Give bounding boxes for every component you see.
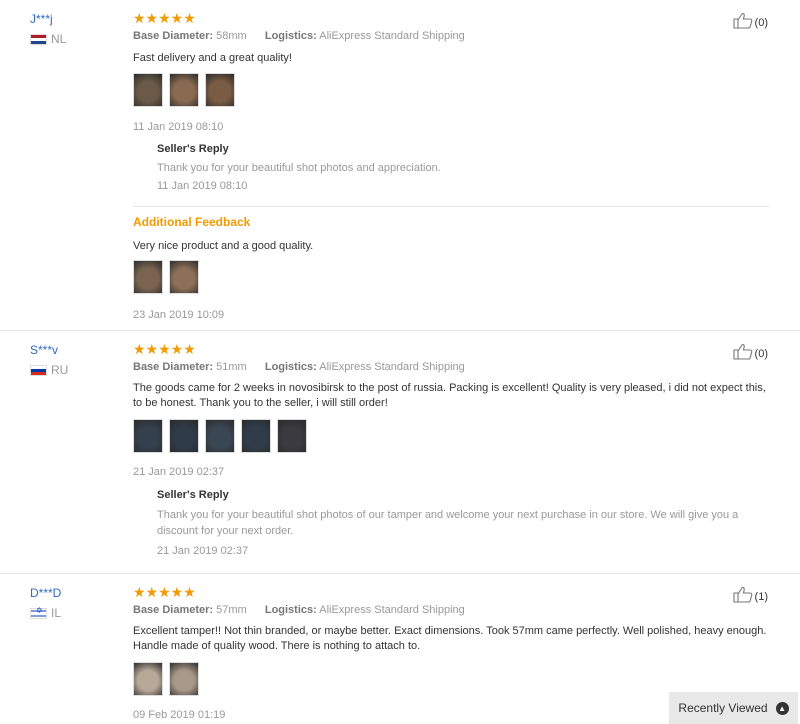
base-diameter-value: 58mm <box>216 30 247 42</box>
review-separator <box>0 573 800 574</box>
review-photos <box>133 662 199 696</box>
seller-reply-text: Thank you for your beautiful shot photos… <box>157 162 441 174</box>
review-photos <box>133 419 307 453</box>
logistics-value: AliExpress Standard Shipping <box>319 30 465 42</box>
seller-reply: Seller's Reply Thank you for your beauti… <box>157 489 769 557</box>
star-rating: ★★★★★ <box>133 341 196 357</box>
star-rating: ★★★★★ <box>133 10 196 26</box>
additional-feedback-photos <box>133 260 199 294</box>
country-code: IL <box>51 606 62 620</box>
reviewer-name[interactable]: J***j <box>30 12 66 26</box>
helpful-count: (1) <box>754 591 768 603</box>
additional-feedback-text: Very nice product and a good quality. <box>133 240 314 252</box>
review-photo[interactable] <box>133 662 163 696</box>
base-diameter-value: 57mm <box>216 604 247 616</box>
thumbs-up-icon <box>732 344 752 360</box>
seller-reply-date: 21 Jan 2019 02:37 <box>157 545 249 557</box>
helpful-count: (0) <box>754 348 768 360</box>
review-attributes: Base Diameter: 51mm Logistics: AliExpres… <box>133 361 773 373</box>
review-text: The goods came for 2 weeks in novosibirs… <box>133 382 766 409</box>
review-photo[interactable] <box>133 419 163 453</box>
logistics-value: AliExpress Standard Shipping <box>319 361 465 373</box>
review-attributes: Base Diameter: 57mm Logistics: AliExpres… <box>133 604 773 616</box>
reviewer-name[interactable]: D***D <box>30 586 61 600</box>
base-diameter-label: Base Diameter: <box>133 30 214 42</box>
logistics-label: Logistics: <box>264 30 317 42</box>
helpful-count: (0) <box>754 17 768 29</box>
thumbs-up-icon <box>732 13 752 29</box>
recently-viewed-label: Recently Viewed <box>678 701 768 715</box>
country-code: RU <box>51 363 69 377</box>
flag-nl-icon <box>30 33 47 45</box>
review-photo[interactable] <box>133 73 163 107</box>
review-attributes: Base Diameter: 58mm Logistics: AliExpres… <box>133 30 773 42</box>
review-photo[interactable] <box>277 419 307 453</box>
review-photo[interactable] <box>205 419 235 453</box>
seller-reply: Seller's Reply Thank you for your beauti… <box>157 143 769 192</box>
reviewer-country: RU <box>30 363 68 377</box>
recently-viewed-button[interactable]: Recently Viewed ▲ <box>669 692 798 724</box>
review-text: Fast delivery and a great quality! <box>133 52 292 64</box>
logistics-label: Logistics: <box>264 361 317 373</box>
seller-reply-date: 11 Jan 2019 08:10 <box>157 180 248 192</box>
review-photos <box>133 73 235 107</box>
reviewer-country: NL <box>30 32 66 46</box>
review-date: 09 Feb 2019 01:19 <box>133 709 226 721</box>
review-photo[interactable] <box>205 73 235 107</box>
review-text: Excellent tamper!! Not thin branded, or … <box>133 625 767 652</box>
review-photo[interactable] <box>133 260 163 294</box>
review-photo[interactable] <box>169 260 199 294</box>
divider <box>133 206 769 207</box>
review-photo[interactable] <box>169 662 199 696</box>
flag-il-icon <box>30 606 47 619</box>
review-date: 21 Jan 2019 02:37 <box>133 466 225 478</box>
additional-feedback-date: 23 Jan 2019 10:09 <box>133 309 225 321</box>
seller-reply-text: Thank you for your beautiful shot photos… <box>157 509 739 537</box>
base-diameter-label: Base Diameter: <box>133 361 214 373</box>
helpful-button[interactable]: (0) <box>732 343 768 360</box>
review-photo[interactable] <box>169 419 199 453</box>
base-diameter-value: 51mm <box>216 361 247 373</box>
review-photo[interactable] <box>241 419 271 453</box>
seller-reply-title: Seller's Reply <box>157 143 229 155</box>
logistics-label: Logistics: <box>264 604 317 616</box>
country-code: NL <box>51 32 67 46</box>
helpful-button[interactable]: (1) <box>732 586 768 603</box>
review-photo[interactable] <box>169 73 199 107</box>
reviewer-name[interactable]: S***v <box>30 343 68 357</box>
review-separator <box>0 330 800 331</box>
reviewer-country: IL <box>30 606 61 620</box>
flag-ru-icon <box>30 364 47 376</box>
seller-reply-title: Seller's Reply <box>157 489 229 501</box>
logistics-value: AliExpress Standard Shipping <box>319 604 465 616</box>
review-date: 11 Jan 2019 08:10 <box>133 121 224 133</box>
additional-feedback-title: Additional Feedback <box>133 215 251 229</box>
base-diameter-label: Base Diameter: <box>133 604 214 616</box>
helpful-button[interactable]: (0) <box>732 12 768 29</box>
chevron-up-icon: ▲ <box>775 701 789 715</box>
star-rating: ★★★★★ <box>133 584 196 600</box>
thumbs-up-icon <box>732 587 752 603</box>
